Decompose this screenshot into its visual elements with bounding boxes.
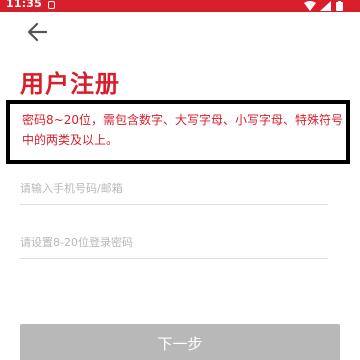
battery-icon [336, 1, 343, 11]
password-input[interactable] [20, 226, 328, 259]
account-input[interactable] [20, 172, 328, 205]
password-hint-box: 密码8~20位，需包含数字、大写字母、小写字母、特殊符号中的两类及以上。 [6, 100, 350, 164]
status-bar: 11:35 [0, 0, 360, 12]
password-hint-text: 密码8~20位，需包含数字、大写字母、小写字母、特殊符号中的两类及以上。 [22, 113, 343, 147]
next-button[interactable]: 下一步 [20, 324, 340, 360]
notification-icon [48, 1, 55, 9]
wifi-icon [304, 1, 316, 11]
arrow-left-icon [27, 22, 48, 42]
page-title: 用户注册 [20, 70, 120, 98]
signal-icon [320, 1, 331, 11]
registration-screen: 11:35 用户注册 密码8~20位，需包含数字、大写字母、小写字母、特殊符号中… [0, 0, 360, 360]
status-icons [304, 0, 354, 12]
status-time: 11:35 [6, 0, 43, 10]
back-button[interactable] [24, 20, 52, 44]
